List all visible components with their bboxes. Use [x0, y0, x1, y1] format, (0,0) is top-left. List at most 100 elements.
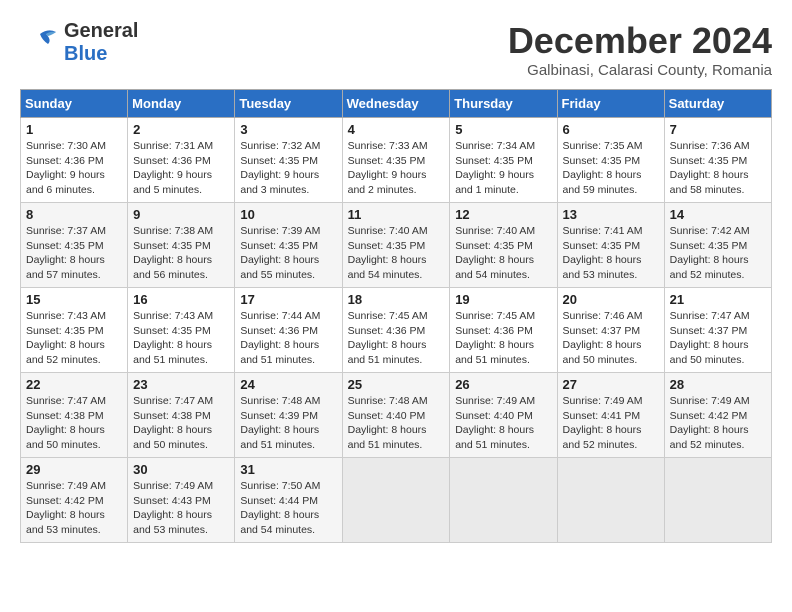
- calendar-cell: 4 Sunrise: 7:33 AM Sunset: 4:35 PM Dayli…: [342, 118, 450, 203]
- day-number: 13: [563, 207, 659, 222]
- day-number: 28: [670, 377, 766, 392]
- day-number: 21: [670, 292, 766, 307]
- day-number: 3: [240, 122, 336, 137]
- day-number: 24: [240, 377, 336, 392]
- day-number: 4: [348, 122, 445, 137]
- day-info: Sunrise: 7:47 AM Sunset: 4:38 PM Dayligh…: [133, 395, 213, 451]
- day-info: Sunrise: 7:47 AM Sunset: 4:37 PM Dayligh…: [670, 310, 750, 366]
- day-number: 31: [240, 462, 336, 477]
- day-info: Sunrise: 7:32 AM Sunset: 4:35 PM Dayligh…: [240, 140, 320, 196]
- calendar-cell: 20 Sunrise: 7:46 AM Sunset: 4:37 PM Dayl…: [557, 288, 664, 373]
- calendar-cell: 25 Sunrise: 7:48 AM Sunset: 4:40 PM Dayl…: [342, 373, 450, 458]
- calendar-cell: 21 Sunrise: 7:47 AM Sunset: 4:37 PM Dayl…: [664, 288, 771, 373]
- day-info: Sunrise: 7:49 AM Sunset: 4:41 PM Dayligh…: [563, 395, 643, 451]
- calendar-cell: 8 Sunrise: 7:37 AM Sunset: 4:35 PM Dayli…: [21, 203, 128, 288]
- day-number: 14: [670, 207, 766, 222]
- weekday-header-sunday: Sunday: [21, 90, 128, 118]
- calendar-cell: [664, 458, 771, 543]
- calendar-cell: 27 Sunrise: 7:49 AM Sunset: 4:41 PM Dayl…: [557, 373, 664, 458]
- day-info: Sunrise: 7:39 AM Sunset: 4:35 PM Dayligh…: [240, 225, 320, 281]
- calendar-cell: 2 Sunrise: 7:31 AM Sunset: 4:36 PM Dayli…: [128, 118, 235, 203]
- page-header: General Blue December 2024 Galbinasi, Ca…: [20, 20, 772, 79]
- calendar-cell: 14 Sunrise: 7:42 AM Sunset: 4:35 PM Dayl…: [664, 203, 771, 288]
- day-info: Sunrise: 7:43 AM Sunset: 4:35 PM Dayligh…: [133, 310, 213, 366]
- calendar-cell: 30 Sunrise: 7:49 AM Sunset: 4:43 PM Dayl…: [128, 458, 235, 543]
- calendar-cell: [450, 458, 557, 543]
- day-number: 9: [133, 207, 229, 222]
- calendar-cell: 6 Sunrise: 7:35 AM Sunset: 4:35 PM Dayli…: [557, 118, 664, 203]
- calendar-cell: 15 Sunrise: 7:43 AM Sunset: 4:35 PM Dayl…: [21, 288, 128, 373]
- day-number: 15: [26, 292, 122, 307]
- day-number: 26: [455, 377, 551, 392]
- day-info: Sunrise: 7:49 AM Sunset: 4:42 PM Dayligh…: [26, 480, 106, 536]
- calendar-cell: [342, 458, 450, 543]
- calendar-week-row: 1 Sunrise: 7:30 AM Sunset: 4:36 PM Dayli…: [21, 118, 772, 203]
- logo: General Blue: [20, 20, 138, 66]
- day-info: Sunrise: 7:31 AM Sunset: 4:36 PM Dayligh…: [133, 140, 213, 196]
- calendar-cell: 11 Sunrise: 7:40 AM Sunset: 4:35 PM Dayl…: [342, 203, 450, 288]
- calendar-cell: 23 Sunrise: 7:47 AM Sunset: 4:38 PM Dayl…: [128, 373, 235, 458]
- month-title: December 2024: [508, 20, 772, 62]
- calendar-cell: 9 Sunrise: 7:38 AM Sunset: 4:35 PM Dayli…: [128, 203, 235, 288]
- day-info: Sunrise: 7:48 AM Sunset: 4:40 PM Dayligh…: [348, 395, 428, 451]
- day-number: 23: [133, 377, 229, 392]
- calendar-week-row: 22 Sunrise: 7:47 AM Sunset: 4:38 PM Dayl…: [21, 373, 772, 458]
- calendar-cell: 31 Sunrise: 7:50 AM Sunset: 4:44 PM Dayl…: [235, 458, 342, 543]
- calendar-cell: 29 Sunrise: 7:49 AM Sunset: 4:42 PM Dayl…: [21, 458, 128, 543]
- day-number: 22: [26, 377, 122, 392]
- weekday-header-monday: Monday: [128, 90, 235, 118]
- calendar-cell: 13 Sunrise: 7:41 AM Sunset: 4:35 PM Dayl…: [557, 203, 664, 288]
- day-number: 20: [563, 292, 659, 307]
- weekday-header-wednesday: Wednesday: [342, 90, 450, 118]
- day-number: 6: [563, 122, 659, 137]
- day-info: Sunrise: 7:40 AM Sunset: 4:35 PM Dayligh…: [348, 225, 428, 281]
- calendar-week-row: 29 Sunrise: 7:49 AM Sunset: 4:42 PM Dayl…: [21, 458, 772, 543]
- day-number: 10: [240, 207, 336, 222]
- weekday-header-saturday: Saturday: [664, 90, 771, 118]
- day-info: Sunrise: 7:40 AM Sunset: 4:35 PM Dayligh…: [455, 225, 535, 281]
- day-info: Sunrise: 7:48 AM Sunset: 4:39 PM Dayligh…: [240, 395, 320, 451]
- day-number: 29: [26, 462, 122, 477]
- calendar-cell: 24 Sunrise: 7:48 AM Sunset: 4:39 PM Dayl…: [235, 373, 342, 458]
- calendar-header-row: SundayMondayTuesdayWednesdayThursdayFrid…: [21, 90, 772, 118]
- title-block: December 2024 Galbinasi, Calarasi County…: [508, 20, 772, 79]
- day-info: Sunrise: 7:42 AM Sunset: 4:35 PM Dayligh…: [670, 225, 750, 281]
- day-number: 25: [348, 377, 445, 392]
- day-info: Sunrise: 7:45 AM Sunset: 4:36 PM Dayligh…: [348, 310, 428, 366]
- calendar-cell: 22 Sunrise: 7:47 AM Sunset: 4:38 PM Dayl…: [21, 373, 128, 458]
- day-number: 27: [563, 377, 659, 392]
- logo-blue: Blue: [64, 43, 138, 66]
- day-info: Sunrise: 7:50 AM Sunset: 4:44 PM Dayligh…: [240, 480, 320, 536]
- day-number: 1: [26, 122, 122, 137]
- day-info: Sunrise: 7:30 AM Sunset: 4:36 PM Dayligh…: [26, 140, 106, 196]
- day-number: 12: [455, 207, 551, 222]
- day-info: Sunrise: 7:49 AM Sunset: 4:42 PM Dayligh…: [670, 395, 750, 451]
- day-number: 11: [348, 207, 445, 222]
- logo-icon: [20, 26, 60, 64]
- day-info: Sunrise: 7:35 AM Sunset: 4:35 PM Dayligh…: [563, 140, 643, 196]
- day-info: Sunrise: 7:34 AM Sunset: 4:35 PM Dayligh…: [455, 140, 535, 196]
- day-info: Sunrise: 7:49 AM Sunset: 4:40 PM Dayligh…: [455, 395, 535, 451]
- calendar-cell: 28 Sunrise: 7:49 AM Sunset: 4:42 PM Dayl…: [664, 373, 771, 458]
- day-number: 19: [455, 292, 551, 307]
- day-info: Sunrise: 7:44 AM Sunset: 4:36 PM Dayligh…: [240, 310, 320, 366]
- day-number: 30: [133, 462, 229, 477]
- day-info: Sunrise: 7:46 AM Sunset: 4:37 PM Dayligh…: [563, 310, 643, 366]
- location-title: Galbinasi, Calarasi County, Romania: [508, 62, 772, 79]
- day-info: Sunrise: 7:49 AM Sunset: 4:43 PM Dayligh…: [133, 480, 213, 536]
- day-number: 5: [455, 122, 551, 137]
- calendar-week-row: 15 Sunrise: 7:43 AM Sunset: 4:35 PM Dayl…: [21, 288, 772, 373]
- day-number: 18: [348, 292, 445, 307]
- calendar-cell: 7 Sunrise: 7:36 AM Sunset: 4:35 PM Dayli…: [664, 118, 771, 203]
- weekday-header-tuesday: Tuesday: [235, 90, 342, 118]
- calendar-week-row: 8 Sunrise: 7:37 AM Sunset: 4:35 PM Dayli…: [21, 203, 772, 288]
- calendar-cell: 16 Sunrise: 7:43 AM Sunset: 4:35 PM Dayl…: [128, 288, 235, 373]
- calendar-cell: 18 Sunrise: 7:45 AM Sunset: 4:36 PM Dayl…: [342, 288, 450, 373]
- day-number: 2: [133, 122, 229, 137]
- day-info: Sunrise: 7:43 AM Sunset: 4:35 PM Dayligh…: [26, 310, 106, 366]
- calendar-cell: [557, 458, 664, 543]
- weekday-header-friday: Friday: [557, 90, 664, 118]
- day-info: Sunrise: 7:41 AM Sunset: 4:35 PM Dayligh…: [563, 225, 643, 281]
- day-info: Sunrise: 7:47 AM Sunset: 4:38 PM Dayligh…: [26, 395, 106, 451]
- calendar-table: SundayMondayTuesdayWednesdayThursdayFrid…: [20, 89, 772, 543]
